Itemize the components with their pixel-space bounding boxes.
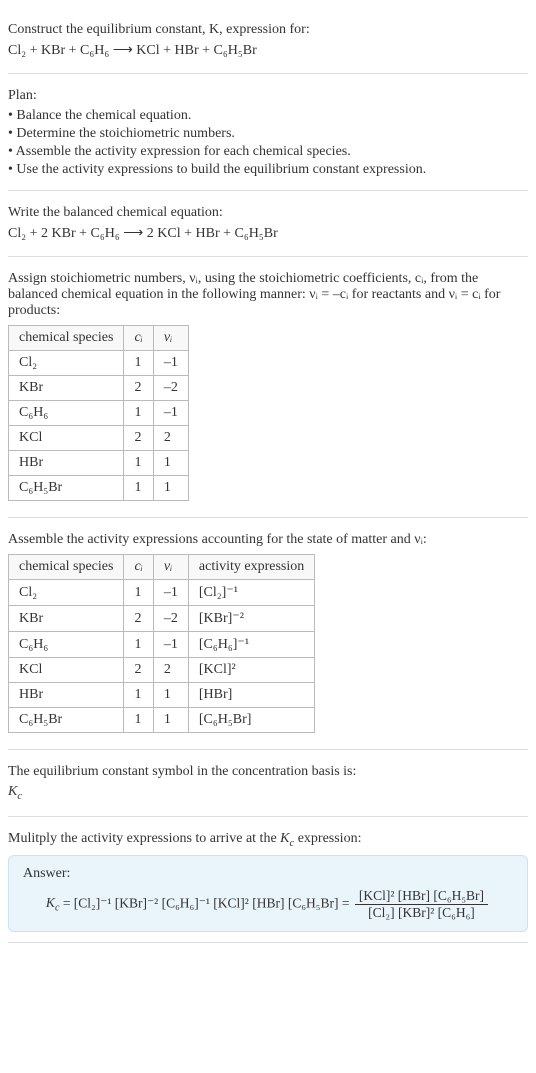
stoich-section: Assign stoichiometric numbers, νᵢ, using…: [8, 257, 528, 518]
intro-section: Construct the equilibrium constant, K, e…: [8, 8, 528, 74]
table-row: C₆H₆1–1[C₆H₆]⁻¹: [9, 632, 315, 658]
cell-vi: –2: [153, 606, 188, 632]
col-species: chemical species: [9, 326, 124, 351]
col-activity: activity expression: [188, 555, 314, 580]
kc-denominator: [Cl₂] [KBr]² [C₆H₆]: [355, 905, 488, 921]
cell-species: KBr: [9, 606, 124, 632]
answer-label: Answer:: [23, 866, 513, 882]
cell-activity: [C₆H₅Br]: [188, 708, 314, 733]
cell-vi: –1: [153, 580, 188, 606]
table-row: KBr2–2: [9, 376, 189, 401]
answer-box: Answer: Kc = [Cl₂]⁻¹ [KBr]⁻² [C₆H₆]⁻¹ [K…: [8, 855, 528, 932]
plan-bullet-3: • Assemble the activity expression for e…: [8, 144, 528, 160]
cell-vi: 2: [153, 658, 188, 683]
cell-activity: [Cl₂]⁻¹: [188, 580, 314, 606]
balanced-equation: Cl₂ + 2 KBr + C₆H₆ ⟶ 2 KCl + HBr + C₆H₅B…: [8, 225, 528, 242]
stoich-table: chemical species cᵢ νᵢ Cl₂1–1 KBr2–2 C₆H…: [8, 325, 189, 501]
col-ci: cᵢ: [124, 326, 153, 351]
table-row: Cl₂1–1: [9, 351, 189, 376]
table-row: KBr2–2[KBr]⁻²: [9, 606, 315, 632]
cell-activity: [C₆H₆]⁻¹: [188, 632, 314, 658]
cell-vi: –1: [153, 351, 188, 376]
table-header-row: chemical species cᵢ νᵢ activity expressi…: [9, 555, 315, 580]
cell-ci: 2: [124, 426, 153, 451]
cell-species: C₆H₅Br: [9, 476, 124, 501]
cell-ci: 1: [124, 401, 153, 426]
multiply-line: Mulitply the activity expressions to arr…: [8, 831, 528, 849]
table-row: HBr11: [9, 451, 189, 476]
vi-label: νᵢ: [164, 559, 172, 574]
stoich-text: Assign stoichiometric numbers, νᵢ, using…: [8, 271, 528, 319]
cell-species: Cl₂: [9, 580, 124, 606]
cell-species: KCl: [9, 658, 124, 683]
col-species: chemical species: [9, 555, 124, 580]
cell-vi: –1: [153, 632, 188, 658]
plan-bullet-4: • Use the activity expressions to build …: [8, 162, 528, 178]
cell-vi: 1: [153, 708, 188, 733]
plan-bullet-2: • Determine the stoichiometric numbers.: [8, 126, 528, 142]
kc-expression: Kc = [Cl₂]⁻¹ [KBr]⁻² [C₆H₆]⁻¹ [KCl]² [HB…: [23, 888, 513, 921]
table-row: KCl22[KCl]²: [9, 658, 315, 683]
cell-ci: 2: [124, 658, 153, 683]
table-header-row: chemical species cᵢ νᵢ: [9, 326, 189, 351]
table-row: KCl22: [9, 426, 189, 451]
cell-vi: 1: [153, 683, 188, 708]
cell-species: C₆H₅Br: [9, 708, 124, 733]
activity-heading: Assemble the activity expressions accoun…: [8, 532, 528, 548]
multiply-section: Mulitply the activity expressions to arr…: [8, 817, 528, 943]
table-row: HBr11[HBr]: [9, 683, 315, 708]
cell-species: KBr: [9, 376, 124, 401]
kc-numerator: [KCl]² [HBr] [C₆H₅Br]: [355, 888, 488, 905]
cell-ci: 1: [124, 351, 153, 376]
cell-ci: 1: [124, 580, 153, 606]
plan-section: Plan: • Balance the chemical equation. •…: [8, 74, 528, 191]
cell-ci: 1: [124, 632, 153, 658]
cell-ci: 1: [124, 451, 153, 476]
kc-fraction: [KCl]² [HBr] [C₆H₅Br] [Cl₂] [KBr]² [C₆H₆…: [355, 888, 488, 921]
cell-species: C₆H₆: [9, 632, 124, 658]
multiply-text: Mulitply the activity expressions to arr…: [8, 831, 361, 846]
intro-line: Construct the equilibrium constant, K, e…: [8, 22, 528, 38]
balanced-heading: Write the balanced chemical equation:: [8, 205, 528, 221]
cell-ci: 2: [124, 606, 153, 632]
cell-activity: [HBr]: [188, 683, 314, 708]
cell-activity: [KBr]⁻²: [188, 606, 314, 632]
table-row: C₆H₅Br11: [9, 476, 189, 501]
cell-species: HBr: [9, 683, 124, 708]
table-row: Cl₂1–1[Cl₂]⁻¹: [9, 580, 315, 606]
cell-activity: [KCl]²: [188, 658, 314, 683]
symbol-section: The equilibrium constant symbol in the c…: [8, 750, 528, 817]
ci-label: cᵢ: [134, 559, 142, 574]
cell-vi: 2: [153, 426, 188, 451]
cell-species: C₆H₆: [9, 401, 124, 426]
cell-ci: 1: [124, 708, 153, 733]
plan-heading: Plan:: [8, 88, 528, 104]
symbol-line: The equilibrium constant symbol in the c…: [8, 764, 528, 780]
cell-vi: 1: [153, 451, 188, 476]
col-vi: νᵢ: [153, 326, 188, 351]
activity-table: chemical species cᵢ νᵢ activity expressi…: [8, 554, 315, 733]
cell-ci: 1: [124, 683, 153, 708]
cell-vi: 1: [153, 476, 188, 501]
cell-vi: –1: [153, 401, 188, 426]
cell-vi: –2: [153, 376, 188, 401]
ci-label: cᵢ: [134, 330, 142, 345]
cell-species: Cl₂: [9, 351, 124, 376]
table-row: C₆H₆1–1: [9, 401, 189, 426]
cell-ci: 2: [124, 376, 153, 401]
cell-species: KCl: [9, 426, 124, 451]
col-vi: νᵢ: [153, 555, 188, 580]
table-row: C₆H₅Br11[C₆H₅Br]: [9, 708, 315, 733]
balanced-section: Write the balanced chemical equation: Cl…: [8, 191, 528, 257]
activity-section: Assemble the activity expressions accoun…: [8, 518, 528, 750]
cell-species: HBr: [9, 451, 124, 476]
kc-symbol: Kc: [8, 784, 528, 802]
cell-ci: 1: [124, 476, 153, 501]
intro-equation: Cl₂ + KBr + C₆H₆ ⟶ KCl + HBr + C₆H₅Br: [8, 42, 528, 59]
col-ci: cᵢ: [124, 555, 153, 580]
plan-bullet-1: • Balance the chemical equation.: [8, 108, 528, 124]
vi-label: νᵢ: [164, 330, 172, 345]
